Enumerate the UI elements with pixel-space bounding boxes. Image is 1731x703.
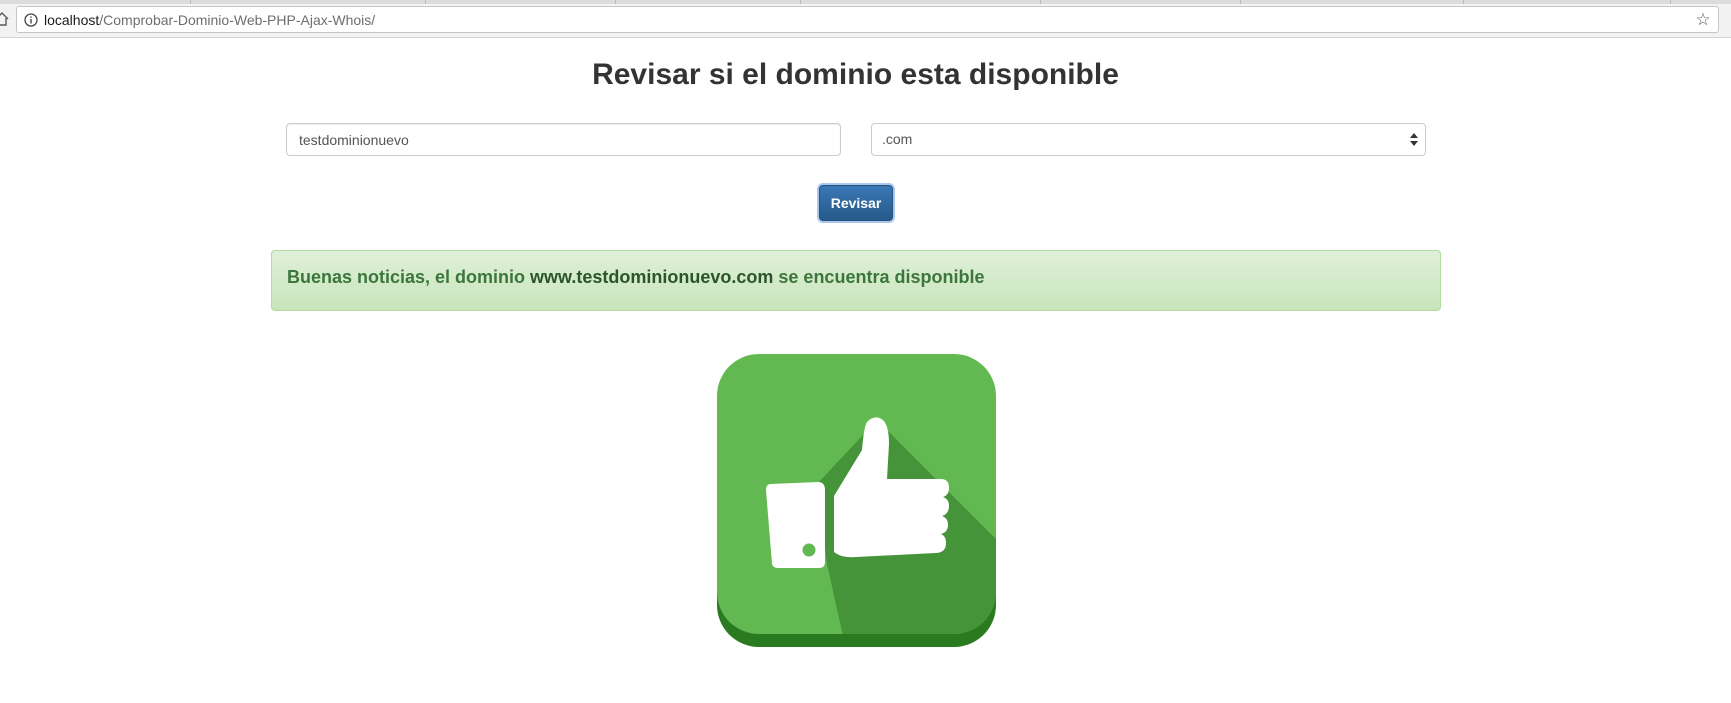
address-bar[interactable]: localhost/Comprobar-Dominio-Web-PHP-Ajax…: [16, 6, 1719, 33]
url-path: /Comprobar-Dominio-Web-PHP-Ajax-Whois/: [99, 12, 376, 28]
tab-strip: [0, 0, 1731, 4]
url-host: localhost: [44, 12, 100, 28]
browser-toolbar: localhost/Comprobar-Dominio-Web-PHP-Ajax…: [0, 0, 1731, 38]
domain-input[interactable]: [286, 123, 841, 156]
alert-domain: www.testdominionuevo.com: [530, 267, 774, 287]
alert-prefix: Buenas noticias, el dominio: [287, 267, 531, 287]
page-title: Revisar si el dominio esta disponible: [592, 58, 1119, 91]
check-button[interactable]: Revisar: [819, 185, 893, 221]
thumbs-up-icon: [717, 354, 996, 647]
select-arrows-icon: [1410, 133, 1418, 146]
tld-selected-value: .com: [882, 131, 913, 147]
url-text[interactable]: localhost/Comprobar-Dominio-Web-PHP-Ajax…: [44, 12, 375, 29]
bookmark-star-icon[interactable]: ☆: [1694, 11, 1712, 29]
home-icon[interactable]: [0, 11, 10, 27]
availability-alert: Buenas noticias, el dominio www.testdomi…: [271, 250, 1441, 311]
alert-suffix: se encuentra disponible: [773, 267, 985, 287]
info-icon[interactable]: [24, 13, 38, 27]
tld-select[interactable]: .com: [871, 123, 1426, 156]
